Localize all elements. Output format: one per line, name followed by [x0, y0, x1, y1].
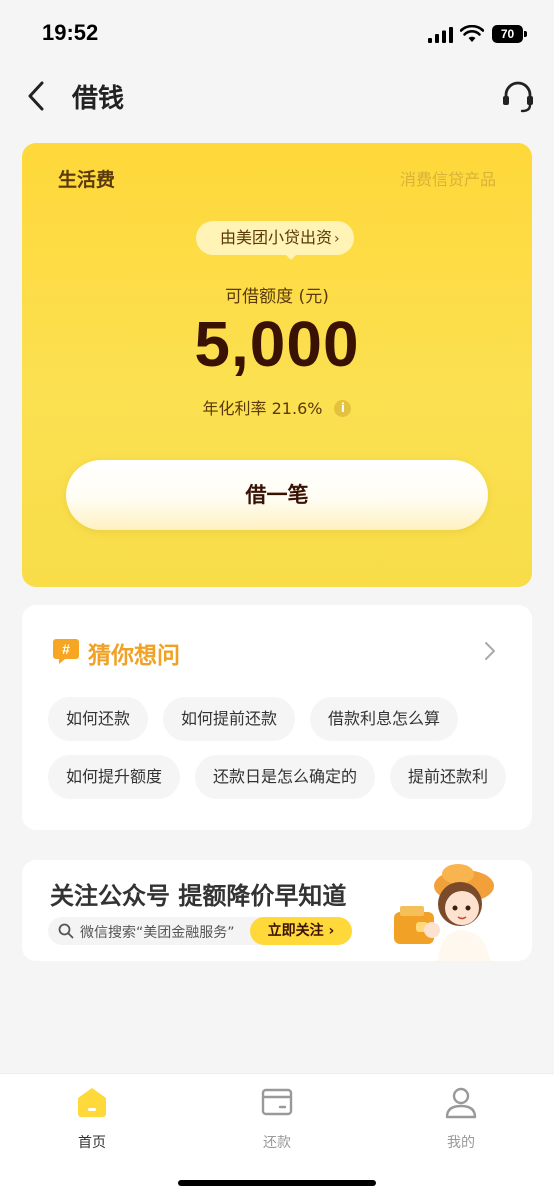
promo-search-text: 微信搜索“美团金融服务”	[80, 925, 235, 941]
tab-label: 我的	[447, 1135, 475, 1151]
faq-chip[interactable]: 如何还款	[48, 697, 149, 741]
chevron-left-icon[interactable]	[22, 79, 52, 113]
search-icon	[58, 923, 74, 939]
loan-card: 生活费 消费信贷产品 由美团小贷出资 › 可借额度 (元) 5,000 年化利率 …	[22, 143, 532, 587]
wifi-icon	[460, 25, 484, 42]
pill-tail	[284, 253, 298, 260]
girl-illustration-icon	[394, 864, 494, 961]
promo-banner[interactable]: 关注公众号 提额降价早知道 微信搜索“美团金融服务” 立即关注 ›	[22, 860, 532, 961]
faq-chips-row-1: 如何还款 如何提前还款 借款利息怎么算	[48, 697, 473, 741]
chevron-right-icon[interactable]	[480, 639, 500, 663]
faq-chips-row-2: 如何提升额度 还款日是怎么确定的 提前还款利	[48, 755, 521, 799]
tab-label: 首页	[78, 1135, 106, 1151]
rate-row: 年化利率 21.6% i	[22, 395, 532, 419]
lender-text: 由美团小贷出资	[220, 228, 333, 247]
tab-mine[interactable]: 我的	[401, 1084, 521, 1164]
product-tag: 消费信贷产品	[399, 170, 496, 189]
battery-level: 70	[492, 25, 523, 43]
faq-chip[interactable]: 如何提前还款	[163, 697, 296, 741]
faq-title: 猜你想问	[88, 643, 180, 669]
lender-pill[interactable]: 由美团小贷出资 ›	[196, 221, 354, 255]
user-icon	[445, 1087, 477, 1119]
limit-amount: 5,000	[194, 308, 360, 380]
follow-button[interactable]: 立即关注 ›	[250, 917, 352, 945]
faq-chip[interactable]: 还款日是怎么确定的	[195, 755, 376, 799]
borrow-button[interactable]: 借一笔	[66, 460, 488, 530]
faq-chip[interactable]: 借款利息怎么算	[310, 697, 459, 741]
headset-icon[interactable]	[500, 78, 536, 114]
home-icon	[78, 1088, 106, 1117]
rate-text: 年化利率 21.6%	[202, 399, 323, 418]
cellular-signal-icon	[428, 27, 453, 43]
info-icon[interactable]: i	[334, 400, 352, 417]
faq-chip[interactable]: 如何提升额度	[48, 755, 181, 799]
chevron-right-icon: ›	[334, 231, 340, 247]
page-title: 借钱	[72, 84, 125, 114]
loan-category: 生活费	[58, 169, 116, 191]
promo-title: 关注公众号 提额降价早知道	[50, 882, 347, 910]
nav-bar: 借钱	[0, 66, 554, 126]
svg-text:#: #	[62, 641, 70, 657]
hash-chat-icon: #	[53, 639, 79, 664]
limit-label: 可借额度 (元)	[225, 287, 329, 307]
tab-repay[interactable]: 还款	[217, 1084, 337, 1164]
tab-label: 还款	[263, 1135, 291, 1151]
battery-icon: 70	[492, 25, 528, 43]
faq-card: # 猜你想问 如何还款 如何提前还款 借款利息怎么算 如何提升额度 还款日是怎么确定的…	[22, 605, 532, 830]
status-time: 19:52	[42, 20, 99, 45]
tab-home[interactable]: 首页	[32, 1084, 152, 1164]
repay-icon	[261, 1088, 293, 1116]
home-indicator	[178, 1180, 376, 1186]
status-bar: 19:52 70	[0, 0, 554, 66]
faq-chip[interactable]: 提前还款利	[390, 755, 507, 799]
